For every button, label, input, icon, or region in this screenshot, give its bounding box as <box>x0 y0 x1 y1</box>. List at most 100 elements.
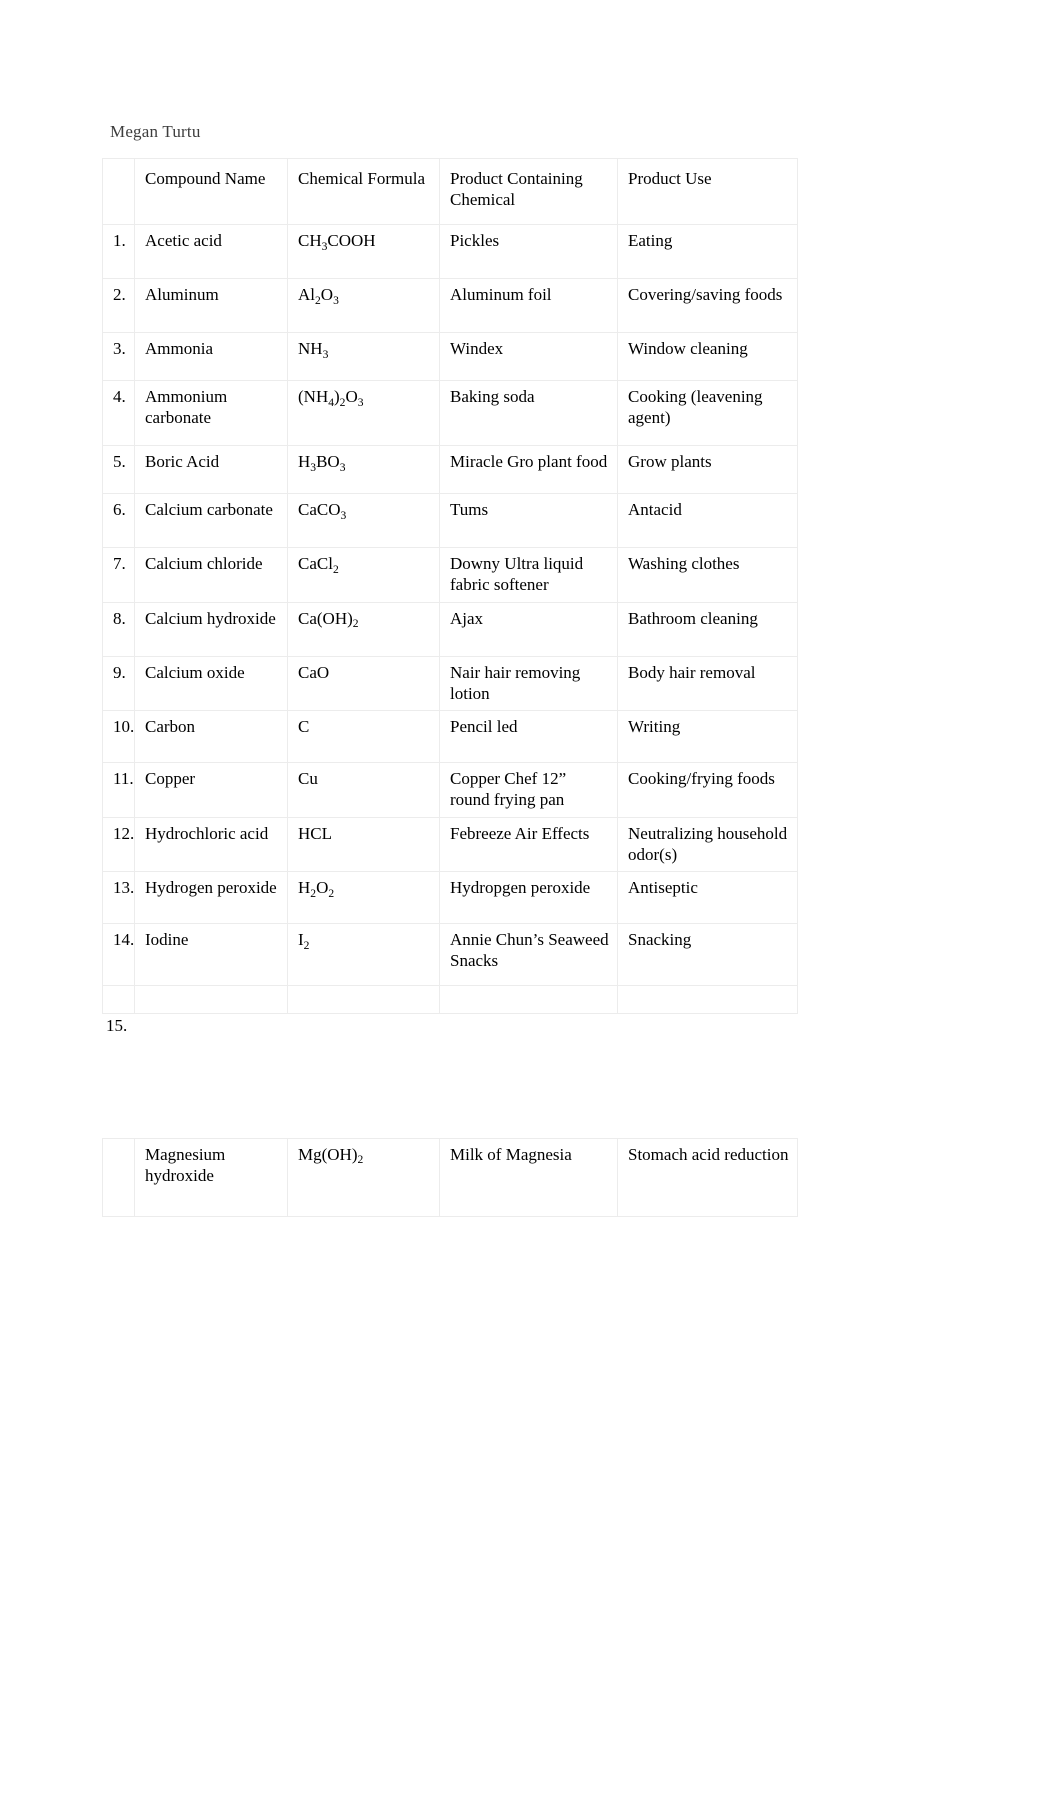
product-cell: Pencil led <box>439 710 618 764</box>
product-cell: Miracle Gro plant food <box>439 445 618 495</box>
table-row: 1. Acetic acid CH3COOH Pickles Eating <box>102 224 798 280</box>
product-cell: Tums <box>439 493 618 549</box>
compound-name-cell: Calcium carbonate <box>134 493 288 549</box>
product-cell: Milk of Magnesia <box>439 1138 618 1217</box>
product-use-cell: Grow plants <box>617 445 798 495</box>
compounds-table-continued: Magnesium hydroxide Mg(OH)2 Milk of Magnes… <box>102 1138 798 1217</box>
empty-cell <box>102 985 135 1015</box>
product-cell: Ajax <box>439 601 618 657</box>
table-row: 5. Boric Acid H3BO3 Miracle Gro plant food G… <box>102 445 798 495</box>
chemical-formula-cell: CH3COOH <box>287 224 440 280</box>
chemical-formula-cell: H3BO3 <box>287 445 440 495</box>
compound-name-cell: Boric Acid <box>134 445 288 495</box>
row-number: 1. <box>102 224 135 280</box>
product-use-cell: Stomach acid reduction <box>617 1138 798 1217</box>
compound-name-cell: Hydrochloric acid <box>134 816 288 873</box>
table-row: 3. Ammonia NH3 Windex Window cleaning <box>102 332 798 382</box>
row-number <box>102 1138 135 1217</box>
compound-name-cell: Magnesium hydroxide <box>134 1138 288 1217</box>
product-cell: Copper Chef 12” round frying pan <box>439 762 618 818</box>
compound-name-cell: Copper <box>134 762 288 818</box>
empty-cell <box>287 985 440 1015</box>
chemical-formula-cell: NH3 <box>287 332 440 382</box>
chemical-formula-cell: Al2O3 <box>287 278 440 334</box>
chemical-formula-cell: CaCl2 <box>287 547 440 603</box>
product-use-cell: Writing <box>617 710 798 764</box>
chemical-formula-cell: Cu <box>287 762 440 818</box>
product-cell: Hydropgen peroxide <box>439 871 618 925</box>
table-header-row: Compound Name Chemical Formula Product Con… <box>102 157 798 226</box>
compound-name-cell: Ammonium carbonate <box>134 380 288 447</box>
compound-name-cell: Hydrogen peroxide <box>134 871 288 925</box>
table-row: 11. Copper Cu Copper Chef 12” round frying … <box>102 762 798 818</box>
row-number: 3. <box>102 332 135 382</box>
chemical-formula-cell: CaO <box>287 655 440 712</box>
product-cell: Nair hair removing lotion <box>439 655 618 712</box>
orphan-item-number: 15. <box>106 1016 128 1035</box>
empty-cell <box>134 985 288 1015</box>
compound-name-cell: Carbon <box>134 710 288 764</box>
row-number: 9. <box>102 655 135 712</box>
product-use-cell: Covering/saving foods <box>617 278 798 334</box>
header-cell-product-containing-chemical: Product Containing Chemical <box>439 157 618 226</box>
product-cell: Annie Chun’s Seaweed Snacks <box>439 923 618 987</box>
product-cell: Febreeze Air Effects <box>439 816 618 873</box>
product-cell: Baking soda <box>439 380 618 447</box>
product-cell: Downy Ultra liquid fabric softener <box>439 547 618 603</box>
empty-cell <box>439 985 618 1015</box>
row-number: 10. <box>102 710 135 764</box>
header-cell-compound-name: Compound Name <box>134 157 288 226</box>
row-number: 2. <box>102 278 135 334</box>
product-use-cell: Cooking (leavening agent) <box>617 380 798 447</box>
product-use-cell: Bathroom cleaning <box>617 601 798 657</box>
product-use-cell: Body hair removal <box>617 655 798 712</box>
product-use-cell: Antiseptic <box>617 871 798 925</box>
empty-cell <box>617 985 798 1015</box>
chemical-formula-cell: H2O2 <box>287 871 440 925</box>
product-use-cell: Washing clothes <box>617 547 798 603</box>
header-cell-chemical-formula: Chemical Formula <box>287 157 440 226</box>
compound-name-cell: Acetic acid <box>134 224 288 280</box>
table-row: 8. Calcium hydroxide Ca(OH)2 Ajax Bathroom c… <box>102 601 798 657</box>
document-page: Megan Turtu Compound Name Chemical Formul… <box>0 0 1062 1808</box>
compound-name-cell: Calcium oxide <box>134 655 288 712</box>
table-row: 14. Iodine I2 Annie Chun’s Seaweed Snacks Sn… <box>102 923 798 987</box>
product-use-cell: Window cleaning <box>617 332 798 382</box>
header-cell-product-use: Product Use <box>617 157 798 226</box>
table-row-empty <box>102 985 798 1015</box>
table-row: 12. Hydrochloric acid HCL Febreeze Air Effe… <box>102 816 798 873</box>
table-row: 2. Aluminum Al2O3 Aluminum foil Covering/sav… <box>102 278 798 334</box>
table-row: 7. Calcium chloride CaCl2 Downy Ultra liqui… <box>102 547 798 603</box>
product-use-cell: Eating <box>617 224 798 280</box>
compound-name-cell: Calcium chloride <box>134 547 288 603</box>
chemical-formula-cell: HCL <box>287 816 440 873</box>
row-number: 12. <box>102 816 135 873</box>
product-use-cell: Neutralizing household odor(s) <box>617 816 798 873</box>
row-number: 5. <box>102 445 135 495</box>
chemical-formula-cell: Ca(OH)2 <box>287 601 440 657</box>
product-use-cell: Cooking/frying foods <box>617 762 798 818</box>
table-row: Magnesium hydroxide Mg(OH)2 Milk of Magnes… <box>102 1138 798 1217</box>
product-use-cell: Antacid <box>617 493 798 549</box>
table-row: 9. Calcium oxide CaO Nair hair removing lot… <box>102 655 798 712</box>
table-row: 10. Carbon C Pencil led Writing <box>102 710 798 764</box>
product-cell: Windex <box>439 332 618 382</box>
compound-name-cell: Iodine <box>134 923 288 987</box>
row-number: 11. <box>102 762 135 818</box>
product-cell: Pickles <box>439 224 618 280</box>
product-use-cell: Snacking <box>617 923 798 987</box>
chemical-formula-cell: I2 <box>287 923 440 987</box>
table-row: 6. Calcium carbonate CaCO3 Tums Antacid <box>102 493 798 549</box>
product-cell: Aluminum foil <box>439 278 618 334</box>
compound-name-cell: Calcium hydroxide <box>134 601 288 657</box>
compound-name-cell: Ammonia <box>134 332 288 382</box>
row-number: 4. <box>102 380 135 447</box>
row-number: 7. <box>102 547 135 603</box>
row-number: 13. <box>102 871 135 925</box>
chemical-formula-cell: C <box>287 710 440 764</box>
chemical-formula-cell: CaCO3 <box>287 493 440 549</box>
author-name: Megan Turtu <box>110 122 201 141</box>
table-row: 13. Hydrogen peroxide H2O2 Hydropgen peroxi… <box>102 871 798 925</box>
chemical-formula-cell: (NH4)2O3 <box>287 380 440 447</box>
header-cell-number <box>102 157 135 226</box>
